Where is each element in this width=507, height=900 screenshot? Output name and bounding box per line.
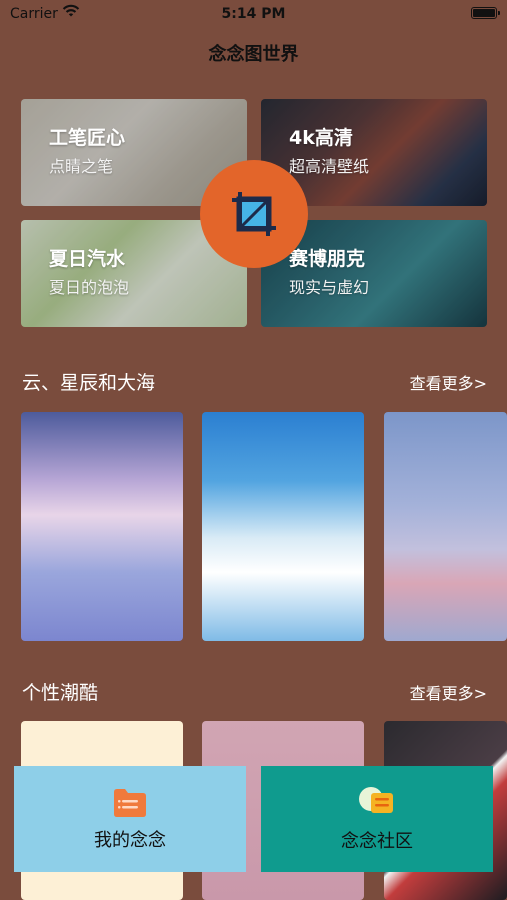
tab-label: 念念社区	[341, 831, 413, 852]
category-subtitle: 现实与虚幻	[289, 278, 370, 297]
category-title: 夏日汽水	[49, 248, 126, 270]
see-more-link-cool[interactable]: 查看更多>	[410, 680, 487, 704]
wallpaper-thumbnail[interactable]	[384, 412, 507, 641]
folder-icon	[114, 789, 146, 817]
battery-icon	[471, 7, 500, 19]
category-title: 赛博朋克	[289, 248, 366, 270]
see-more-link-sky[interactable]: 查看更多>	[410, 370, 487, 394]
tab-label: 我的念念	[94, 830, 166, 851]
category-title: 4k高清	[289, 127, 353, 149]
section-title-sky: 云、星辰和大海	[22, 372, 156, 394]
wallpaper-thumbnail[interactable]	[202, 412, 364, 641]
status-bar: Carrier 5:14 PM	[0, 0, 507, 28]
tab-niannian-community[interactable]: 念念社区	[261, 766, 493, 872]
category-subtitle: 夏日的泡泡	[49, 278, 130, 297]
wallpaper-thumbnail[interactable]	[21, 412, 183, 641]
tab-my-niannian[interactable]: 我的念念	[14, 766, 246, 872]
clock: 5:14 PM	[221, 6, 286, 22]
section-title-cool: 个性潮酷	[22, 682, 99, 704]
category-subtitle: 点睛之笔	[49, 157, 114, 176]
crop-icon	[232, 192, 276, 236]
category-title: 工笔匠心	[49, 127, 126, 149]
page-title: 念念图世界	[208, 44, 299, 65]
chat-icon	[359, 787, 393, 813]
crop-badge-button[interactable]	[200, 160, 308, 268]
category-subtitle: 超高清壁纸	[289, 157, 370, 176]
